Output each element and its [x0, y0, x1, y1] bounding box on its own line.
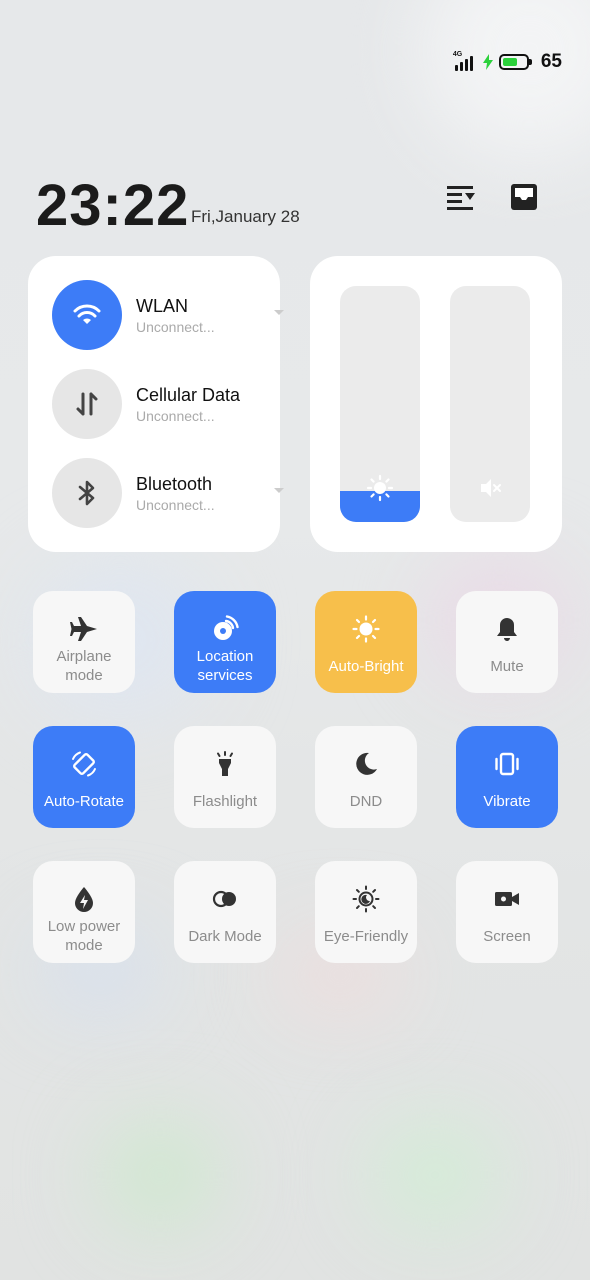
wifi-icon[interactable]: [52, 280, 122, 350]
dnd-label: DND: [349, 793, 383, 810]
screen-record-label: Screen: [483, 928, 531, 945]
bluetooth-toggle[interactable]: Bluetooth Unconnect...: [52, 458, 284, 528]
airplane-icon: [70, 617, 97, 641]
auto-bright-label: Auto-Bright: [328, 658, 404, 675]
bluetooth-title: Bluetooth: [136, 474, 213, 494]
mute-tile[interactable]: Mute: [456, 591, 558, 693]
signal-strength-icon: 4G: [453, 51, 477, 71]
bell-icon: [497, 618, 517, 641]
auto-rotate-label: Auto-Rotate: [43, 793, 125, 810]
sun-icon: [366, 474, 394, 502]
flashlight-tile[interactable]: Flashlight: [174, 726, 276, 828]
airplane-mode-label: Airplane mode: [56, 648, 112, 684]
location-services-tile[interactable]: Location services: [174, 591, 276, 693]
cellular-data-title: Cellular Data: [136, 385, 241, 405]
low-power-mode-tile[interactable]: Low power mode: [33, 861, 135, 963]
vibrate-tile[interactable]: Vibrate: [456, 726, 558, 828]
battery-icon: [498, 54, 532, 70]
cellular-data-status: Unconnect...: [136, 408, 215, 424]
wlan-status: Unconnect...: [136, 319, 215, 335]
dark-mode-label: Dark Mode: [188, 928, 262, 945]
mute-label: Mute: [490, 658, 524, 675]
bluetooth-icon[interactable]: [52, 458, 122, 528]
data-arrows-icon[interactable]: [52, 369, 122, 439]
cellular-data-toggle[interactable]: Cellular Data Unconnect...: [52, 369, 272, 439]
auto-bright-tile[interactable]: Auto-Bright: [315, 591, 417, 693]
auto-brightness-icon: [352, 615, 380, 643]
airplane-mode-tile[interactable]: Airplane mode: [33, 591, 135, 693]
location-icon: [214, 615, 239, 640]
charging-bolt-icon: [482, 54, 493, 70]
connectivity-card: WLAN Unconnect... Cellular Data Unconnec…: [28, 256, 284, 552]
clock-time: 23:22: [36, 173, 190, 238]
flashlight-icon: [217, 751, 233, 776]
wlan-title: WLAN: [136, 296, 189, 316]
rotate-icon: [72, 751, 96, 777]
notification-shade-edit-icon[interactable]: [444, 180, 478, 214]
vibrate-icon: [495, 752, 519, 776]
sliders-card: [310, 256, 562, 552]
inbox-icon[interactable]: [507, 180, 541, 214]
screen-record-tile[interactable]: Screen: [456, 861, 558, 963]
volume-slider[interactable]: [450, 286, 530, 522]
wlan-toggle[interactable]: WLAN Unconnect...: [52, 280, 284, 350]
brightness-slider[interactable]: [340, 286, 420, 522]
eye-friendly-icon: [352, 885, 380, 913]
bluetooth-expand-icon[interactable]: [274, 488, 284, 493]
dnd-tile[interactable]: DND: [315, 726, 417, 828]
wlan-expand-icon[interactable]: [274, 310, 284, 315]
volume-mute-icon: [481, 479, 501, 497]
screen-record-icon: [495, 892, 519, 906]
eye-friendly-tile[interactable]: Eye-Friendly: [315, 861, 417, 963]
flashlight-label: Flashlight: [192, 793, 258, 810]
eye-friendly-label: Eye-Friendly: [323, 928, 409, 945]
bluetooth-status: Unconnect...: [136, 497, 215, 513]
dark-mode-icon: [212, 890, 236, 908]
low-power-icon: [75, 887, 93, 912]
vibrate-label: Vibrate: [483, 793, 531, 810]
auto-rotate-tile[interactable]: Auto-Rotate: [33, 726, 135, 828]
low-power-mode-label: Low power mode: [47, 918, 121, 954]
clock-date: Fri,January 28: [191, 207, 300, 226]
status-bar: 4G 65: [453, 50, 562, 74]
battery-percent: 65: [540, 51, 562, 72]
dark-mode-tile[interactable]: Dark Mode: [174, 861, 276, 963]
moon-icon: [356, 752, 377, 775]
location-services-label: Location services: [196, 648, 254, 684]
